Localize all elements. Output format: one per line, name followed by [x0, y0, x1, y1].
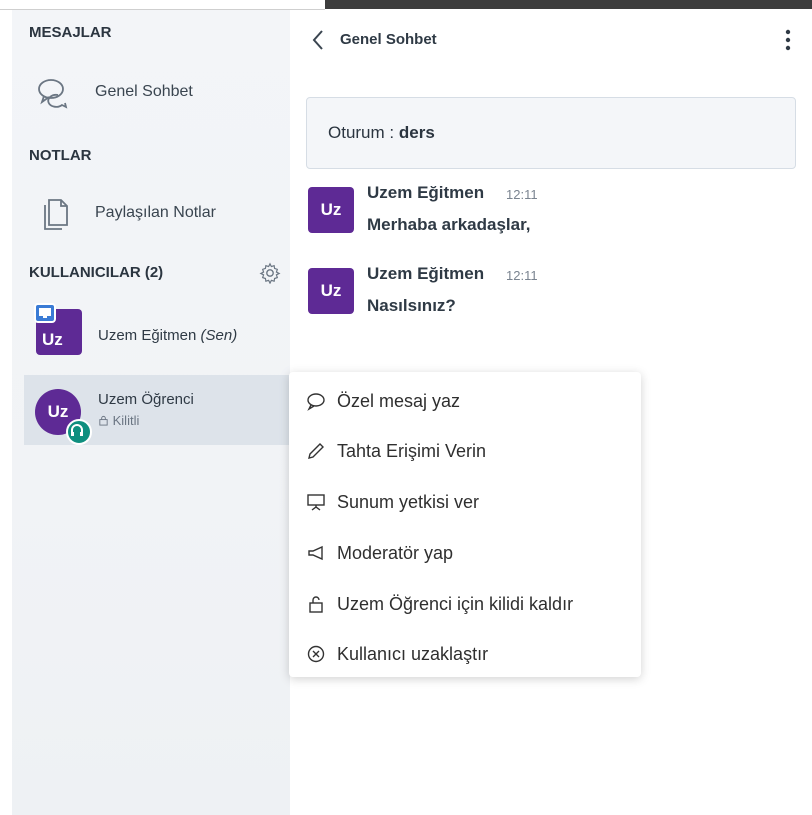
- menu-item-remove-user[interactable]: Kullanıcı uzaklaştır: [289, 630, 641, 676]
- session-name: ders: [398, 123, 435, 142]
- avatar-initials: Uz: [42, 330, 63, 349]
- menu-item-unlock-user[interactable]: Uzem Öğrenci için kilidi kaldır: [289, 580, 641, 626]
- menu-item-private-message[interactable]: Özel mesaj yaz: [289, 377, 641, 423]
- avatar: Uz: [308, 268, 354, 314]
- user-name-wrap: Uzem Eğitmen (Sen): [98, 327, 237, 344]
- session-text: Oturum : ders: [328, 123, 435, 143]
- unlock-icon: [309, 596, 323, 613]
- presenter-badge-icon: [34, 303, 56, 323]
- message-sender: Uzem Eğitmen: [367, 264, 485, 283]
- menu-item-make-presenter[interactable]: Sunum yetkisi ver: [289, 478, 641, 524]
- chat-message: Uz Uzem Eğitmen 12:11 Merhaba arkadaşlar…: [308, 183, 788, 247]
- session-label: Oturum :: [328, 123, 395, 142]
- avatar: Uz: [308, 187, 354, 233]
- sidebar-item-label: Paylaşılan Notlar: [95, 204, 216, 221]
- user-self-suffix: (Sen): [200, 327, 238, 344]
- sidebar: MESAJLAR Genel Sohbet NOTLAR Paylaşılan …: [12, 10, 290, 815]
- menu-item-label: Tahta Erişimi Verin: [337, 441, 487, 461]
- sidebar-item-general-chat[interactable]: Genel Sohbet: [12, 69, 290, 117]
- message-time: 12:11: [506, 268, 538, 283]
- message-text: Merhaba arkadaşlar,: [367, 215, 531, 234]
- user-context-menu: Özel mesaj yaz Tahta Erişimi Verin Sunum…: [289, 372, 641, 677]
- chat-title: Genel Sohbet: [340, 31, 437, 48]
- remove-circle-icon: [307, 645, 325, 663]
- top-dark-bar: [325, 0, 812, 9]
- menu-item-label: Özel mesaj yaz: [337, 391, 461, 411]
- menu-item-label: Uzem Öğrenci için kilidi kaldır: [337, 594, 574, 614]
- presentation-icon: [307, 494, 325, 511]
- message-text: Nasılsınız?: [367, 296, 456, 315]
- gear-icon[interactable]: [259, 262, 281, 284]
- session-info: Oturum : ders: [306, 97, 796, 169]
- lock-icon: [99, 415, 108, 426]
- avatar: Uz: [34, 303, 82, 355]
- menu-item-label: Sunum yetkisi ver: [337, 492, 480, 512]
- chat-header: Genel Sohbet: [290, 10, 812, 70]
- notes-section-title: NOTLAR: [29, 147, 92, 164]
- sidebar-item-shared-notes[interactable]: Paylaşılan Notlar: [12, 190, 290, 238]
- message-sender: Uzem Eğitmen: [367, 183, 485, 202]
- chat-bubbles-icon: [38, 79, 68, 109]
- user-status: Kilitli: [98, 413, 139, 428]
- menu-item-whiteboard-access[interactable]: Tahta Erişimi Verin: [289, 427, 641, 473]
- user-name: Uzem Öğrenci: [98, 391, 194, 408]
- message-time: 12:11: [506, 187, 538, 202]
- headphones-icon: [66, 419, 92, 445]
- sidebar-item-label: Genel Sohbet: [95, 83, 193, 100]
- user-status-label: Kilitli: [112, 413, 140, 428]
- messages-section-title: MESAJLAR: [29, 24, 112, 41]
- users-section-title: KULLANICILAR (2): [29, 264, 164, 281]
- user-row-student[interactable]: Uz Uzem Öğrenci Kilitli: [24, 375, 290, 445]
- document-icon: [44, 199, 68, 230]
- menu-item-make-moderator[interactable]: Moderatör yap: [289, 529, 641, 575]
- megaphone-icon: [308, 545, 323, 561]
- user-name: Uzem Eğitmen: [98, 327, 197, 344]
- menu-item-label: Kullanıcı uzaklaştır: [337, 644, 489, 664]
- chat-message: Uz Uzem Eğitmen 12:11 Nasılsınız?: [308, 264, 788, 328]
- chat-bubble-icon: [307, 393, 325, 411]
- more-options-icon[interactable]: [780, 26, 796, 54]
- pencil-icon: [308, 443, 324, 459]
- user-row-instructor[interactable]: Uz Uzem Eğitmen (Sen): [24, 302, 290, 372]
- chevron-left-icon[interactable]: [310, 28, 326, 52]
- menu-item-label: Moderatör yap: [337, 543, 454, 563]
